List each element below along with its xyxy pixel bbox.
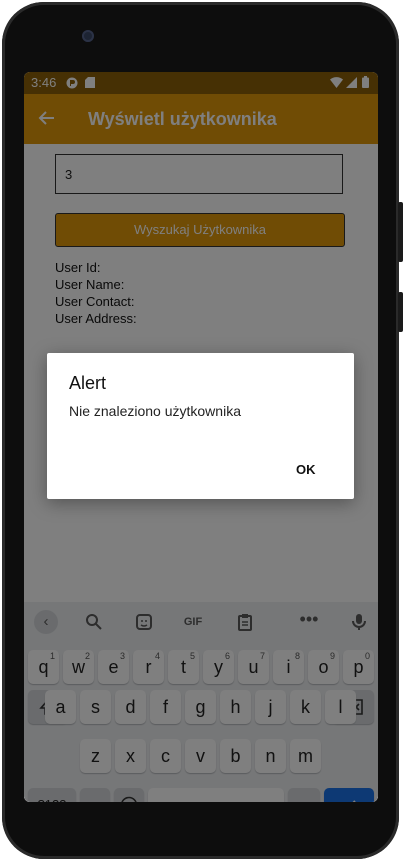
- dialog-ok-button[interactable]: OK: [296, 462, 316, 477]
- power-button: [398, 202, 403, 262]
- phone-frame: 3:46 Wyświetl użytkownika 3: [2, 2, 403, 859]
- volume-button: [398, 292, 403, 332]
- dialog-title: Alert: [69, 373, 107, 393]
- screen: 3:46 Wyświetl użytkownika 3: [24, 72, 378, 802]
- front-camera: [82, 30, 94, 42]
- dialog-message: Nie znaleziono użytkownika: [69, 403, 241, 419]
- alert-dialog: Alert Nie znaleziono użytkownika OK: [47, 353, 354, 499]
